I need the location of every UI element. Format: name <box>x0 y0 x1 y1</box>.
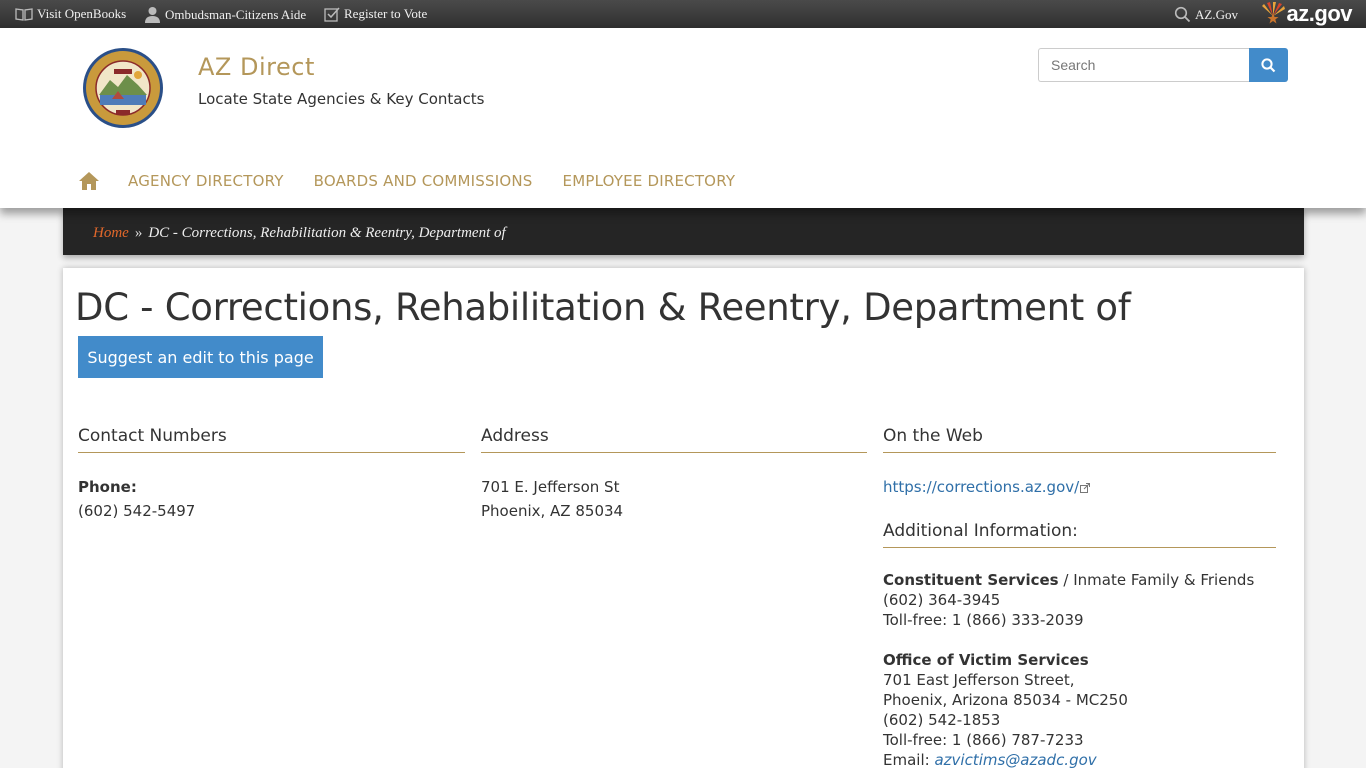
breadcrumb: Home » DC - Corrections, Rehabilitation & … <box>63 208 1304 255</box>
site-title[interactable]: AZ Direct <box>198 53 315 81</box>
victim-phone: (602) 542-1853 <box>883 711 1001 729</box>
azgov-logo-text: az.gov <box>1286 1 1353 26</box>
victim-services-title: Office of Victim Services <box>883 651 1089 669</box>
register-vote-label: Register to Vote <box>344 6 428 21</box>
breadcrumb-home[interactable]: Home <box>93 225 129 241</box>
azgov-link[interactable]: AZ.Gov <box>1174 6 1238 23</box>
content-card: DC - Corrections, Rehabilitation & Reent… <box>63 268 1304 768</box>
register-vote-link[interactable]: Register to Vote <box>324 6 427 22</box>
site-header: AZ Direct Locate State Agencies & Key Co… <box>0 28 1366 208</box>
suggest-edit-button[interactable]: Suggest an edit to this page <box>78 336 323 378</box>
search-icon <box>1174 6 1191 23</box>
external-link-icon <box>1080 482 1091 493</box>
utility-bar: Visit OpenBooks Ombudsman-Citizens Aide … <box>0 0 1366 28</box>
phone-number: (602) 542-5497 <box>78 502 196 520</box>
arizona-flag-icon <box>1261 2 1285 24</box>
on-the-web-heading: On the Web <box>883 426 1276 453</box>
constituent-phone: (602) 364-3945 <box>883 591 1001 609</box>
victim-email-link[interactable]: azvictims@azadc.gov <box>934 751 1096 768</box>
constituent-services-title: Constituent Services <box>883 571 1059 589</box>
nav-agency-directory[interactable]: AGENCY DIRECTORY <box>128 172 284 190</box>
openbooks-link[interactable]: Visit OpenBooks <box>15 6 126 22</box>
victim-address-line1: 701 East Jefferson Street, <box>883 671 1075 689</box>
state-seal[interactable] <box>82 47 164 129</box>
checkbox-icon <box>324 7 340 22</box>
breadcrumb-separator: » <box>134 225 143 241</box>
address-line1: 701 E. Jefferson St <box>481 478 620 496</box>
person-icon <box>145 7 160 23</box>
website-url: https://corrections.az.gov/ <box>883 478 1080 496</box>
ombudsman-label: Ombudsman-Citizens Aide <box>165 6 307 22</box>
victim-address-line2: Phoenix, Arizona 85034 - MC250 <box>883 691 1128 709</box>
nav-boards-commissions[interactable]: BOARDS AND COMMISSIONS <box>314 172 533 190</box>
ombudsman-link[interactable]: Ombudsman-Citizens Aide <box>144 6 306 23</box>
breadcrumb-current: DC - Corrections, Rehabilitation & Reent… <box>148 225 506 241</box>
victim-services-block: Office of Victim Services 701 East Jeffe… <box>883 650 1276 768</box>
address-section: Address 701 E. Jefferson St Phoenix, AZ … <box>481 426 867 523</box>
additional-info-body: Constituent Services / Inmate Family & F… <box>883 570 1276 768</box>
on-the-web-section: On the Web https://corrections.az.gov/ A… <box>883 426 1276 768</box>
address-heading: Address <box>481 426 867 453</box>
constituent-services-block: Constituent Services / Inmate Family & F… <box>883 570 1276 630</box>
search-button[interactable] <box>1249 48 1288 82</box>
book-icon <box>15 8 33 21</box>
nav-employee-directory[interactable]: EMPLOYEE DIRECTORY <box>563 172 736 190</box>
constituent-tollfree: Toll-free: 1 (866) 333-2039 <box>883 611 1084 629</box>
contact-numbers-heading: Contact Numbers <box>78 426 465 453</box>
home-icon[interactable] <box>78 170 100 192</box>
search-icon <box>1261 57 1276 72</box>
search-input[interactable] <box>1038 48 1250 82</box>
website-link[interactable]: https://corrections.az.gov/ <box>883 478 1091 496</box>
additional-info-heading: Additional Information: <box>883 521 1276 548</box>
main-nav: AGENCY DIRECTORY BOARDS AND COMMISSIONS … <box>78 168 765 194</box>
search-form <box>1038 48 1288 82</box>
page-title: DC - Corrections, Rehabilitation & Reent… <box>75 286 1131 329</box>
victim-email-label: Email: <box>883 751 935 768</box>
azgov-label: AZ.Gov <box>1195 6 1238 22</box>
azgov-logo[interactable]: az.gov <box>1261 1 1353 26</box>
openbooks-label: Visit OpenBooks <box>37 6 127 21</box>
victim-tollfree: Toll-free: 1 (866) 787-7233 <box>883 731 1084 749</box>
phone-label: Phone: <box>78 478 137 496</box>
address-line2: Phoenix, AZ 85034 <box>481 502 624 520</box>
site-subtitle: Locate State Agencies & Key Contacts <box>198 90 485 108</box>
contact-numbers-section: Contact Numbers Phone: (602) 542-5497 <box>78 426 465 523</box>
constituent-services-suffix: / Inmate Family & Friends <box>1058 571 1255 589</box>
